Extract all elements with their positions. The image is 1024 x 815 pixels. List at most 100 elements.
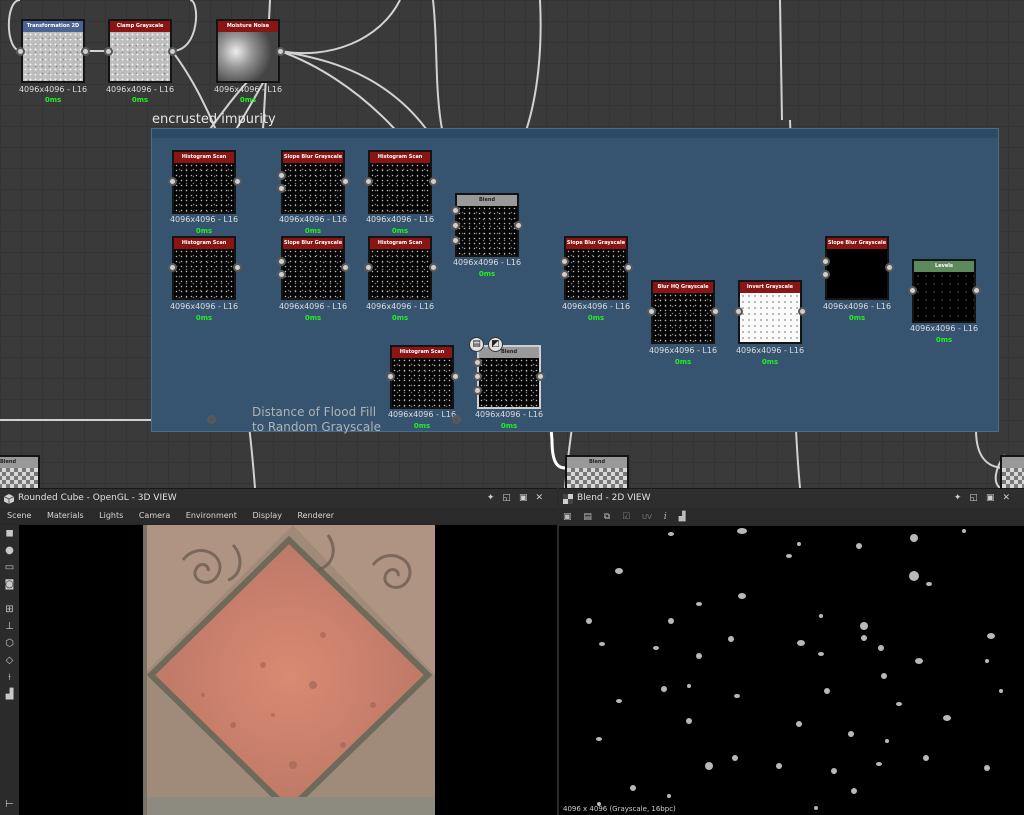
input-port[interactable]	[473, 386, 482, 395]
close-icon[interactable]: ✕	[535, 493, 551, 503]
node-histogram-scan[interactable]: Histogram Scan	[172, 150, 236, 214]
input-port[interactable]	[386, 372, 395, 381]
input-port[interactable]	[451, 206, 460, 215]
input-port[interactable]	[473, 372, 482, 381]
menu-materials[interactable]: Materials	[47, 511, 84, 520]
histogram-icon[interactable]: ▟	[679, 508, 686, 526]
histogram-icon[interactable]: ▟	[0, 686, 19, 703]
viewport-3d[interactable]	[19, 525, 557, 815]
input-port[interactable]	[364, 263, 373, 272]
node-slope-blur-grayscale[interactable]: Slope Blur Grayscale	[564, 236, 628, 300]
screenshot-icon[interactable]: ◙	[0, 576, 19, 593]
export-icon[interactable]: ▤	[583, 508, 592, 526]
output-port[interactable]	[451, 372, 460, 381]
input-port[interactable]	[364, 177, 373, 186]
node-histogram-scan[interactable]: Histogram Scan	[390, 345, 454, 409]
output-port[interactable]	[81, 47, 90, 56]
input-port[interactable]	[647, 307, 656, 316]
dot-node[interactable]	[207, 415, 216, 424]
maximize-icon[interactable]: ▣	[986, 493, 1003, 503]
node-clamp-grayscale[interactable]: Clamp Grayscale	[108, 19, 172, 83]
input-port[interactable]	[168, 177, 177, 186]
info-icon[interactable]: i	[664, 508, 667, 526]
light-icon[interactable]: ●	[0, 542, 19, 559]
maximize-icon[interactable]: ▣	[519, 493, 536, 503]
node-transformation-2d[interactable]: Transformation 2D	[21, 19, 85, 83]
output-port[interactable]	[276, 47, 285, 56]
node-histogram-scan[interactable]: Histogram Scan	[368, 236, 432, 300]
node-histogram-scan[interactable]: Histogram Scan	[172, 236, 236, 300]
checker-icon[interactable]: ◩	[488, 337, 503, 352]
input-port[interactable]	[104, 47, 113, 56]
menu-lights[interactable]: Lights	[99, 511, 123, 520]
node-invert-grayscale[interactable]: Invert Grayscale	[738, 280, 802, 344]
menu-camera[interactable]: Camera	[139, 511, 170, 520]
input-port[interactable]	[277, 257, 286, 266]
input-port[interactable]	[451, 236, 460, 245]
input-port[interactable]	[734, 307, 743, 316]
restore-icon[interactable]: ◱	[502, 493, 519, 503]
cube-icon[interactable]: ⬡	[0, 635, 19, 652]
output-port[interactable]	[233, 177, 242, 186]
node-slope-blur-grayscale[interactable]: Slope Blur Grayscale	[281, 236, 345, 300]
viewport-2d[interactable]: 4096 x 4096 (Grayscale, 16bpc)	[559, 526, 1024, 815]
node-blend[interactable]: Blend	[0, 455, 40, 488]
gizmo-icon[interactable]: ⟊	[0, 669, 19, 686]
node-slope-blur-grayscale[interactable]: Slope Blur Grayscale	[281, 150, 345, 214]
input-port[interactable]	[16, 47, 25, 56]
output-port[interactable]	[972, 286, 981, 295]
node-levels[interactable]: Levels	[912, 259, 976, 323]
node-slope-blur-grayscale[interactable]: Slope Blur Grayscale	[825, 236, 889, 300]
output-port[interactable]	[341, 177, 350, 186]
output-port[interactable]	[798, 307, 807, 316]
save-icon[interactable]: ▣	[563, 508, 572, 526]
output-port[interactable]	[711, 307, 720, 316]
menu-renderer[interactable]: Renderer	[297, 511, 334, 520]
output-port[interactable]	[514, 221, 523, 230]
menu-environment[interactable]: Environment	[186, 511, 237, 520]
node-blur-hq-grayscale[interactable]: Blur HQ Grayscale	[651, 280, 715, 344]
output-port[interactable]	[168, 47, 177, 56]
axis-icon[interactable]: ⊥	[0, 618, 19, 635]
document-icon[interactable]: ▤	[469, 337, 484, 352]
grid-icon[interactable]: ⊞	[0, 601, 19, 618]
input-port[interactable]	[908, 286, 917, 295]
input-port[interactable]	[277, 184, 286, 193]
input-port[interactable]	[560, 257, 569, 266]
close-icon[interactable]: ✕	[1002, 493, 1018, 503]
input-port[interactable]	[473, 358, 482, 367]
camera-icon[interactable]: ◼	[0, 525, 19, 542]
scene-tree-icon[interactable]: ⊢	[0, 796, 19, 813]
checker-icon[interactable]: ☑	[622, 508, 630, 526]
uv-icon[interactable]: UV	[642, 508, 652, 526]
pin-icon[interactable]: ✦	[487, 493, 503, 503]
node-blend[interactable]: Blend	[565, 455, 629, 488]
restore-icon[interactable]: ◱	[969, 493, 986, 503]
node-blend-selected[interactable]: Blend	[477, 345, 541, 409]
input-port[interactable]	[821, 270, 830, 279]
output-port[interactable]	[233, 263, 242, 272]
node-moisture-noise[interactable]: Moisture Noise	[216, 19, 280, 83]
node-blend[interactable]: Blend	[455, 193, 519, 257]
frame-header[interactable]	[152, 129, 998, 138]
input-port[interactable]	[451, 221, 460, 230]
node-histogram-scan[interactable]: Histogram Scan	[368, 150, 432, 214]
output-port[interactable]	[536, 372, 545, 381]
output-port[interactable]	[624, 263, 633, 272]
node-graph[interactable]: encrusted impurity Distance of Flood Fil…	[0, 0, 1024, 488]
node-blend[interactable]	[1000, 455, 1024, 488]
dot-node[interactable]	[452, 415, 461, 424]
copy-icon[interactable]: ⧉	[604, 508, 610, 526]
output-port[interactable]	[885, 263, 894, 272]
input-port[interactable]	[168, 263, 177, 272]
output-port[interactable]	[429, 263, 438, 272]
input-port[interactable]	[277, 171, 286, 180]
menu-scene[interactable]: Scene	[7, 511, 31, 520]
output-port[interactable]	[341, 263, 350, 272]
wireframe-icon[interactable]: ◇	[0, 652, 19, 669]
output-port[interactable]	[429, 177, 438, 186]
input-port[interactable]	[560, 270, 569, 279]
input-port[interactable]	[821, 257, 830, 266]
menu-display[interactable]: Display	[252, 511, 282, 520]
input-port[interactable]	[277, 270, 286, 279]
